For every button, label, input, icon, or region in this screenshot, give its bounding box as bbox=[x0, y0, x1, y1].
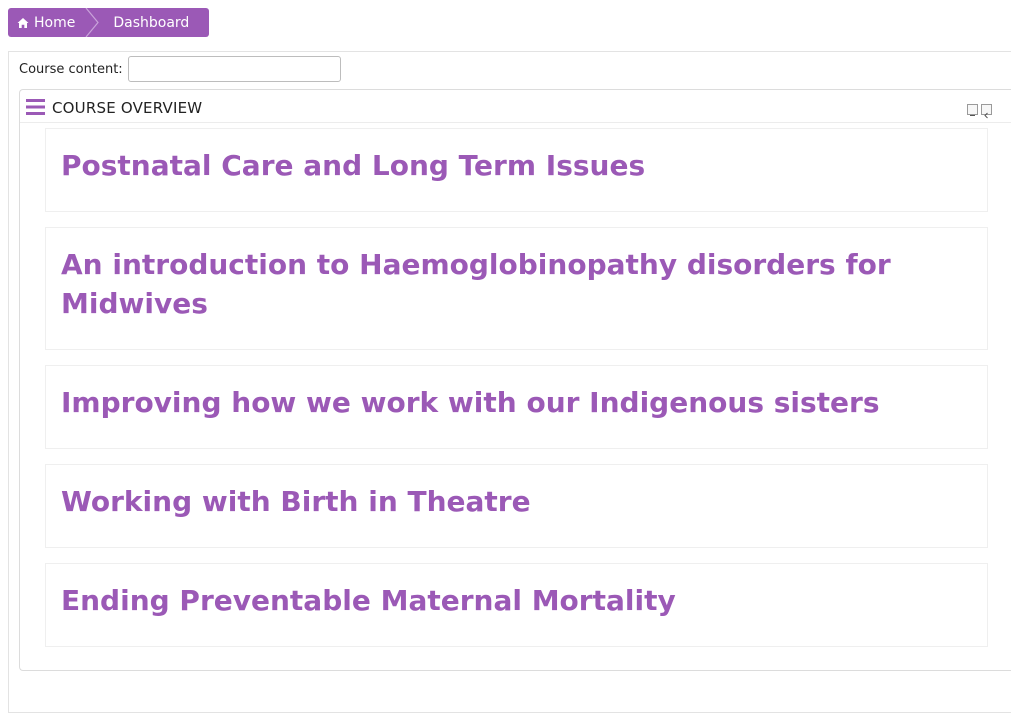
breadcrumb-home-link[interactable]: Home bbox=[8, 8, 91, 37]
course-content-input[interactable] bbox=[127, 56, 341, 82]
page-region: Course content: COURSE OVERVIEW Postnata… bbox=[8, 51, 1011, 713]
course-card: An introduction to Haemoglobinopathy dis… bbox=[45, 227, 988, 350]
course-link[interactable]: Postnatal Care and Long Term Issues bbox=[61, 146, 972, 185]
course-card: Ending Preventable Maternal Mortality bbox=[45, 563, 988, 647]
course-card: Postnatal Care and Long Term Issues bbox=[45, 128, 988, 212]
course-card: Working with Birth in Theatre bbox=[45, 464, 988, 548]
menu-icon[interactable] bbox=[26, 99, 45, 115]
breadcrumb-chevron-icon bbox=[85, 8, 100, 37]
home-icon bbox=[17, 17, 29, 28]
course-link[interactable]: Ending Preventable Maternal Mortality bbox=[61, 581, 972, 620]
breadcrumb-home-label: Home bbox=[34, 14, 76, 31]
course-list: Postnatal Care and Long Term Issues An i… bbox=[45, 128, 988, 662]
collapse-icon[interactable] bbox=[967, 104, 978, 116]
course-content-filter: Course content: bbox=[19, 56, 341, 82]
dock-icon[interactable] bbox=[981, 104, 992, 119]
course-link[interactable]: Improving how we work with our Indigenou… bbox=[61, 383, 972, 422]
course-content-label: Course content: bbox=[19, 61, 123, 77]
course-overview-block: COURSE OVERVIEW Postnatal Care and Long … bbox=[19, 89, 1011, 671]
breadcrumb-dashboard-label: Dashboard bbox=[113, 14, 190, 31]
breadcrumb-dashboard-link[interactable]: Dashboard bbox=[91, 8, 189, 37]
block-title: COURSE OVERVIEW bbox=[52, 99, 203, 117]
course-link[interactable]: An introduction to Haemoglobinopathy dis… bbox=[61, 245, 972, 323]
breadcrumb: Home Dashboard bbox=[8, 8, 209, 37]
course-link[interactable]: Working with Birth in Theatre bbox=[61, 482, 972, 521]
block-header: COURSE OVERVIEW bbox=[20, 90, 1011, 123]
course-card: Improving how we work with our Indigenou… bbox=[45, 365, 988, 449]
